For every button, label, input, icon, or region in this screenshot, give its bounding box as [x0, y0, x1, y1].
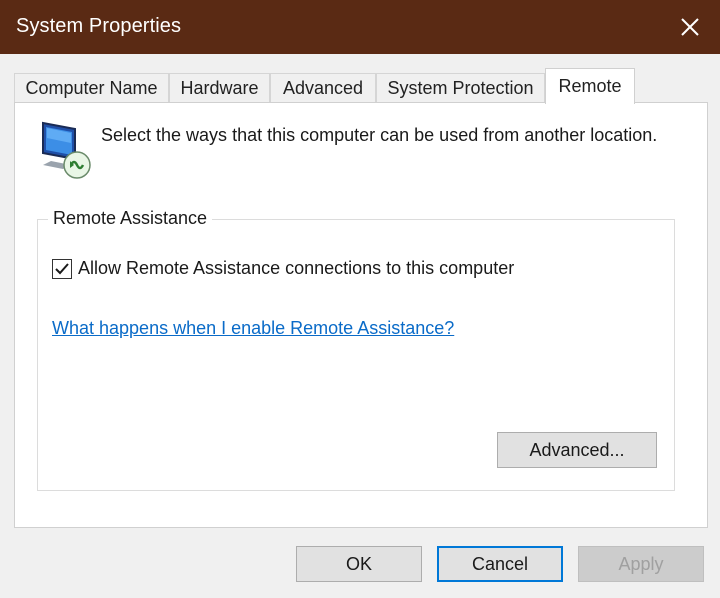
tab-hardware[interactable]: Hardware [169, 73, 270, 103]
remote-assistance-group-label: Remote Assistance [48, 208, 213, 229]
remote-assistance-group: Remote Assistance Allow Remote Assistanc… [37, 208, 675, 491]
close-button[interactable] [660, 0, 720, 54]
remote-assistance-help-link[interactable]: What happens when I enable Remote Assist… [52, 318, 454, 339]
cancel-button[interactable]: Cancel [437, 546, 563, 582]
apply-button[interactable]: Apply [578, 546, 704, 582]
checkmark-icon [55, 262, 69, 274]
remote-tab-panel: Select the ways that this computer can b… [14, 102, 708, 528]
tab-remote[interactable]: Remote [545, 68, 635, 104]
tab-system-protection[interactable]: System Protection [376, 73, 545, 103]
remote-intro-text: Select the ways that this computer can b… [101, 125, 658, 145]
allow-remote-assistance-checkbox-row[interactable]: Allow Remote Assistance connections to t… [52, 258, 514, 279]
tab-computer-name[interactable]: Computer Name [14, 73, 169, 103]
ok-button[interactable]: OK [296, 546, 422, 582]
advanced-button[interactable]: Advanced... [497, 432, 657, 468]
close-icon [681, 18, 699, 36]
title-bar: System Properties [0, 0, 720, 54]
tab-advanced[interactable]: Advanced [270, 73, 376, 103]
allow-remote-assistance-label[interactable]: Allow Remote Assistance connections to t… [78, 258, 514, 279]
remote-desktop-computer-icon [42, 121, 91, 179]
tab-strip: Computer Name Hardware Advanced System P… [14, 68, 714, 104]
window-title: System Properties [16, 15, 182, 37]
allow-remote-assistance-checkbox[interactable] [52, 258, 72, 279]
